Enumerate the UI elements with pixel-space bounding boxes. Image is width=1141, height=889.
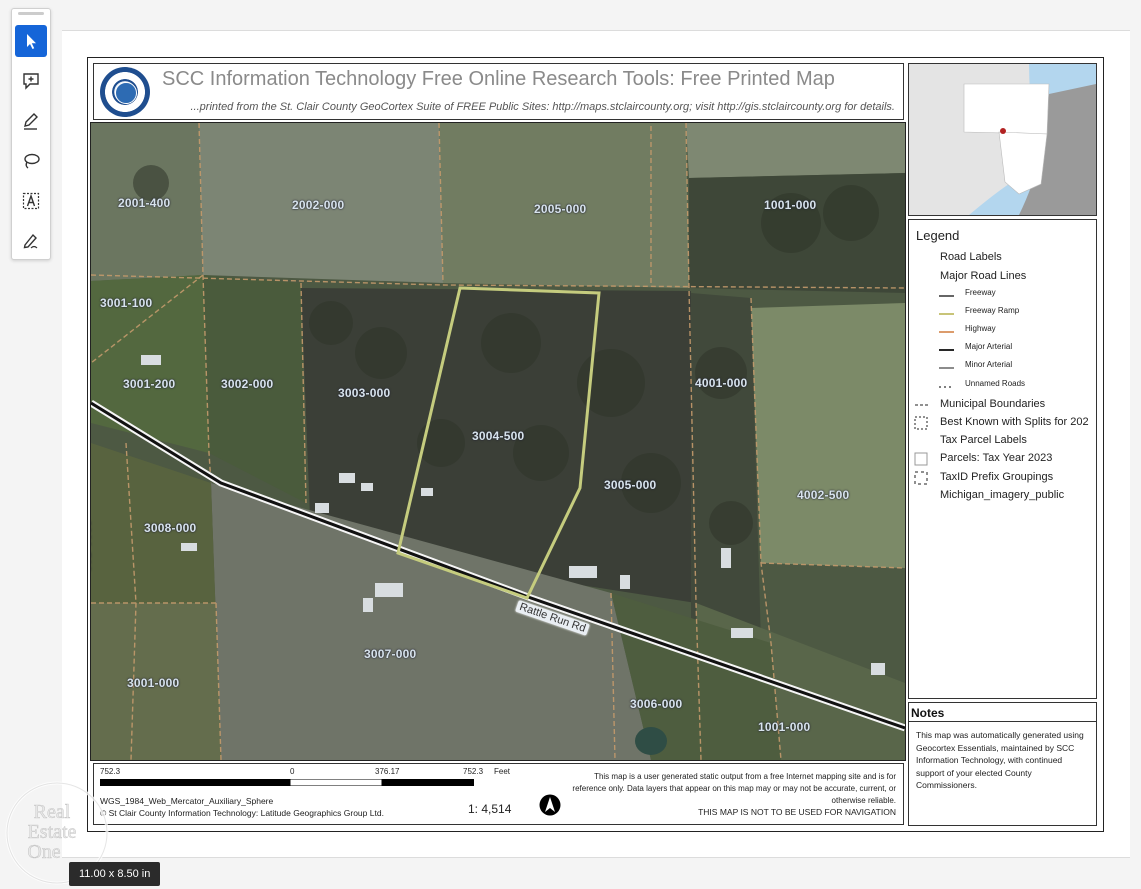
aerial-map[interactable]: 2001-400 2002-000 2005-000 1001-000 3001… [90,122,906,761]
scale-left: 752.3 [100,767,121,776]
parcel-label: 1001-000 [764,198,817,212]
navigation-warning: THIS MAP IS NOT TO BE USED FOR NAVIGATIO… [698,807,896,817]
parcel-label: 4002-500 [797,488,850,502]
scale-zero: 0 [290,767,295,776]
parcel-label: 3002-000 [221,377,274,391]
scale-bar [100,779,474,786]
scale-unit: Feet [494,767,511,776]
scale-right: 752.3 [463,767,484,776]
pen-button[interactable] [15,105,47,137]
parcel-label: 2001-400 [118,196,171,210]
lasso-icon [24,153,40,169]
copyright-label: © St Clair County Information Technology… [100,808,384,818]
map-info-box: 752.3 0 376.17 752.3 Feet WGS_1984_Web_M… [93,763,904,825]
comment-plus-icon [23,73,39,90]
map-subtitle: ...printed from the St. Clair County Geo… [190,101,896,113]
map-title: SCC Information Technology Free Online R… [162,68,835,90]
parcel-label: 3007-000 [364,647,417,661]
parcel-label: 3001-200 [123,377,176,391]
svg-text:Real: Real [34,801,71,823]
notes-divider [909,721,1096,722]
parcel-label: 2005-000 [534,202,587,216]
lasso-button[interactable] [15,145,47,177]
north-arrow-icon [539,794,561,816]
cursor-arrow-icon [27,34,36,49]
overview-map[interactable] [908,63,1097,216]
map-notes: Notes This map was automatically generat… [908,702,1097,826]
scale-ratio: 1: 4,514 [468,802,512,816]
page-size-badge: 11.00 x 8.50 in [69,862,161,886]
disclaimer-text: This map is a user generated static outp… [572,772,896,805]
pen-icon [24,113,38,130]
text-select-button[interactable] [15,185,47,217]
projection-label: WGS_1984_Web_Mercator_Auxiliary_Sphere [100,796,274,806]
parcel-label: 3001-000 [127,676,180,690]
parcel-label: 1001-000 [758,720,811,734]
parcel-label: 3003-000 [338,386,391,400]
annotation-toolbar [11,8,51,260]
svg-text:Estate: Estate [28,821,77,843]
svg-text:One: One [27,841,60,863]
notes-body: This map was automatically generated usi… [916,730,1084,790]
map-title-box: SCC Information Technology Free Online R… [93,63,904,120]
notes-title: Notes [911,706,945,720]
parcel-label: 4001-000 [695,376,748,390]
parcel-label: 3001-500 [90,520,93,573]
text-box-icon [22,192,40,210]
map-legend: Legend Road Labels Major Road Lines Free… [908,219,1097,699]
add-comment-button[interactable] [15,65,47,97]
legend-title: Legend [916,228,960,243]
overview-graphic [909,64,1096,215]
parcel-label: 3001-100 [100,296,153,310]
parcel-label: 3004-500 [472,429,525,443]
sign-pen-icon [23,233,38,249]
fill-sign-button[interactable] [15,225,47,257]
parcel-label: 2002-000 [292,198,345,212]
toolbar-grip[interactable] [18,12,44,15]
parcel-label: 3008-000 [144,521,197,535]
county-seal-logo [100,67,150,117]
parcel-label: 3005-000 [604,478,657,492]
parcel-label: 3006-000 [630,697,683,711]
select-tool-button[interactable] [15,25,47,57]
scale-mid: 376.17 [375,767,400,776]
